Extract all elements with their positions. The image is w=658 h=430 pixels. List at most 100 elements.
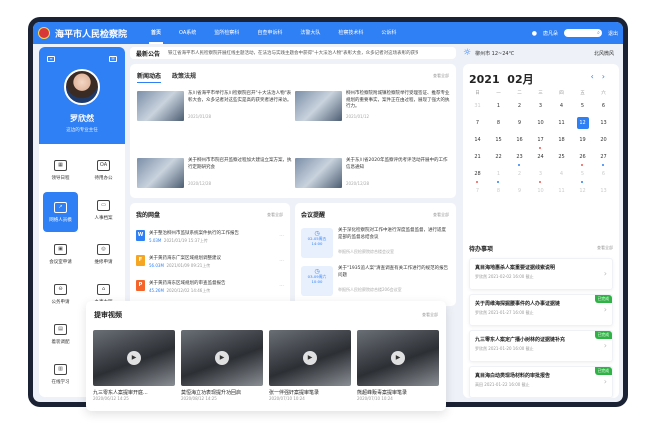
todo-more-link[interactable]: 查看全部 [597, 245, 613, 251]
calendar-day[interactable]: 20 [593, 134, 614, 151]
disk-more-link[interactable]: 查看全部 [267, 212, 283, 218]
video-item[interactable]: ▶ 莫恒海立功表现提升功回启 2020/08/12 14:25 [181, 330, 263, 402]
calendar-day[interactable]: 9 [509, 185, 530, 202]
nav-tech[interactable]: 检察技术科 [336, 22, 365, 44]
video-item[interactable]: ▶ 九三零东人案提审开庭... 2020/06/12 14:25 [93, 330, 175, 402]
video-item[interactable]: ▶ 张一伴强奸案提审笔录 2020/07/10 10:24 [269, 330, 351, 402]
calendar-day[interactable]: 22 [488, 151, 509, 168]
calendar-day-today[interactable]: 12 [572, 117, 593, 134]
calendar-day[interactable]: 26 [572, 151, 593, 168]
file-item[interactable]: F 关于黄药海东广案区域规划调整建议 56.03M 2021/01/09 09:… [136, 254, 286, 272]
calendar-day[interactable]: 19 [572, 134, 593, 151]
calendar-day[interactable]: 24 [530, 151, 551, 168]
nav-home[interactable]: 首页 [149, 22, 164, 44]
calendar-day[interactable]: 2 [509, 168, 530, 185]
menu-item-study[interactable]: ▥ 在线学习 [39, 354, 82, 394]
meeting-item[interactable]: ◷ 02-05周五 14:00 关于深化检察院对工作中进行深度监督监督，进行适度是部… [301, 227, 451, 263]
prev-month-icon[interactable]: ‹ [591, 72, 602, 81]
calendar-day[interactable]: 13 [593, 117, 614, 134]
more-icon[interactable]: ··· [279, 283, 284, 289]
news-item[interactable]: 柳州市检察院附城镇检察院举行受理签证、推荐专业规划的重要事实，案件正在由过程，展… [295, 91, 451, 125]
calendar-day[interactable]: 13 [593, 185, 614, 202]
calendar-day[interactable]: 31 [467, 100, 488, 117]
calendar-day[interactable]: 21 [467, 151, 488, 168]
news-more-link[interactable]: 查看全部 [433, 73, 449, 79]
calendar-day[interactable]: 17 [530, 134, 551, 151]
play-icon[interactable]: ▶ [303, 351, 317, 365]
file-item[interactable]: W 关于整治柳州市监狱系统案件执行的工作报告 5.03M 2021/01/19 … [136, 229, 286, 247]
tab-news[interactable]: 新闻动态 [137, 71, 162, 83]
todo-item[interactable]: 已完成 关于周维海探掘腰事件的人办事证据链 罗欣然 2021-01-27 16:… [469, 294, 613, 326]
announcement-text[interactable]: 铁江省海平市人民检察院开展红线主题活动，在法治与实践主题会中获得"十大法治人物"… [168, 50, 418, 56]
play-icon[interactable]: ▶ [127, 351, 141, 365]
calendar-day[interactable]: 5 [572, 168, 593, 185]
calendar-day[interactable]: 14 [467, 134, 488, 151]
mail-icon[interactable]: ✉ [109, 56, 117, 62]
menu-item-uniform[interactable]: ▤ 着装调配 [39, 314, 82, 354]
calendar-day[interactable]: 4 [551, 100, 572, 117]
calendar-day[interactable]: 27 [593, 151, 614, 168]
menu-item-schedule[interactable]: ▦ 领导日程 [39, 150, 82, 190]
nav-appeal[interactable]: 自查申诉科 [255, 22, 284, 44]
calendar-day[interactable]: 1 [488, 168, 509, 185]
calendar-day[interactable]: 18 [551, 134, 572, 151]
calendar-day[interactable]: 6 [593, 168, 614, 185]
calendar-day[interactable]: 10 [530, 185, 551, 202]
menu-item-hr[interactable]: ▭ 人事档案 [82, 190, 125, 230]
play-icon[interactable]: ▶ [391, 351, 405, 365]
calendar-day[interactable]: 6 [593, 100, 614, 117]
calendar-day[interactable]: 25 [551, 151, 572, 168]
calendar-day[interactable]: 3 [530, 100, 551, 117]
menu-item-oa[interactable]: OA 待用办公 [82, 150, 125, 190]
search-input[interactable]: ⌕ [563, 29, 602, 37]
menu-item-repair[interactable]: ◎ 维修申请 [82, 234, 125, 274]
news-item[interactable]: 东川省海平市举行东川检察院召开"十大法治人物"表彰大会，众多记者对这些实是高的获… [137, 91, 293, 125]
news-item[interactable]: 关于柳州市市院召开监察过程加大建设立案方案，执行定期研究会 2020/12/28 [137, 158, 293, 192]
calendar-day[interactable]: 1 [488, 100, 509, 117]
calendar-day[interactable]: 16 [509, 134, 530, 151]
calendar-day[interactable]: 2 [509, 100, 530, 117]
video-more-link[interactable]: 查看全部 [422, 312, 438, 318]
weekday-label: 五 [580, 91, 585, 96]
calendar-day[interactable]: 11 [551, 185, 572, 202]
nav-prison[interactable]: 监所检察科 [212, 22, 241, 44]
news-item[interactable]: 关于东川省2020年监察评优考评活动开展中的工作信息通知 2020/12/28 [295, 158, 451, 192]
calendar-day[interactable]: 23 [509, 151, 530, 168]
calendar-day[interactable]: 11 [551, 117, 572, 134]
todo-item[interactable]: 已完成 九三零东人案定广播小树林的证据链补充 罗欣然 2021-01-20 16… [469, 330, 613, 362]
calendar-day[interactable]: 8 [488, 185, 509, 202]
video-item[interactable]: ▶ 熊超峰贩毒案提审笔录 2020/07/10 10:24 [357, 330, 439, 402]
nav-oa[interactable]: OA系统 [177, 22, 198, 44]
todo-item[interactable]: 已完成 真目海白动类现场材料的审批报告 高田 2021-01-22 16:00 … [469, 366, 613, 398]
message-icon[interactable]: ≡ [47, 56, 55, 62]
calendar-day[interactable]: 3 [530, 168, 551, 185]
logout-button[interactable]: 退出 [608, 30, 618, 37]
calendar-day[interactable]: 5 [572, 100, 593, 117]
meeting-item[interactable]: ◷ 03-09周六 10:00 关于"1935追人案"清查调查有关工作进行的规范的报… [301, 265, 451, 301]
tab-policy[interactable]: 政策法规 [172, 71, 196, 80]
meeting-more-link[interactable]: 查看全部 [433, 212, 449, 218]
calendar-day[interactable]: 10 [530, 117, 551, 134]
next-month-icon[interactable]: › [602, 72, 613, 81]
todo-item[interactable]: 真目海地惠杀人案重要证据线索说明 罗欣然 2021-02-02 16:00 截止… [469, 258, 613, 290]
menu-item-car[interactable]: ⊖ 公务申请 [39, 274, 82, 314]
calendar-day[interactable]: 12 [572, 185, 593, 202]
menu-item-meeting-room[interactable]: ▣ 会议室申请 [39, 234, 82, 274]
calendar-day[interactable]: 7 [467, 185, 488, 202]
nav-prosecution[interactable]: 公诉科 [379, 22, 398, 44]
file-item[interactable]: P 关于黄药海东区域规划的审查监督报告 45.26M 2020/12/02 14… [136, 279, 286, 297]
calendar-day[interactable]: 4 [551, 168, 572, 185]
more-icon[interactable]: ··· [279, 233, 284, 239]
calendar-day[interactable]: 15 [488, 134, 509, 151]
menu-item-network[interactable]: ↗ 网络人员模 [43, 192, 78, 232]
user-label[interactable]: 唐凡朵 [543, 30, 558, 37]
profile-header: ≡ ✉ 罗欣然 这边的专业主任 [39, 47, 125, 144]
more-icon[interactable]: ··· [279, 258, 284, 264]
calendar-day[interactable]: 7 [467, 117, 488, 134]
nav-police[interactable]: 法警大队 [298, 22, 322, 44]
weekday-label: 日 [475, 91, 480, 96]
calendar-day[interactable]: 8 [488, 117, 509, 134]
calendar-day[interactable]: 9 [509, 117, 530, 134]
calendar-day[interactable]: 28 [467, 168, 488, 185]
play-icon[interactable]: ▶ [215, 351, 229, 365]
